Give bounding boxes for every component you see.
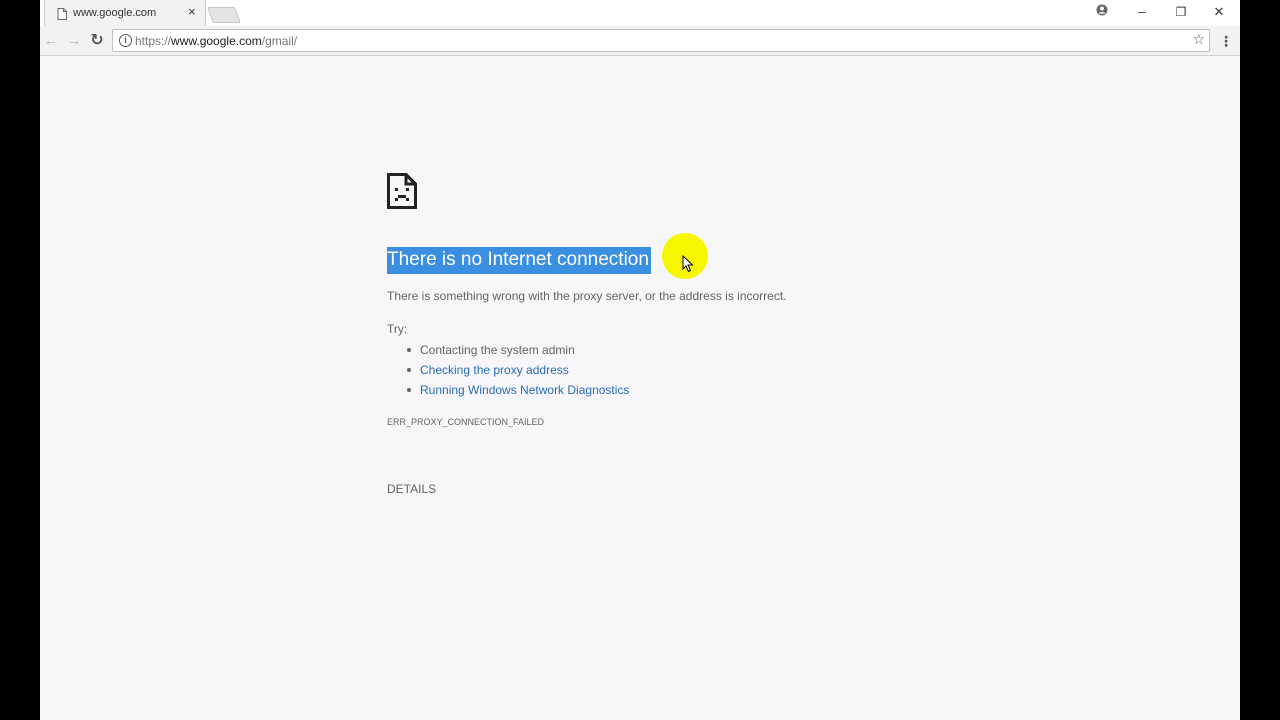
back-button[interactable]: ← <box>42 32 60 50</box>
error-code: ERR_PROXY_CONNECTION_FAILED <box>387 417 545 427</box>
info-icon[interactable]: i <box>119 34 132 47</box>
mouse-cursor-icon <box>682 254 694 278</box>
forward-button[interactable]: → <box>65 32 83 50</box>
bookmark-star-icon[interactable]: ☆ <box>1192 31 1205 48</box>
error-description: There is something wrong with the proxy … <box>387 289 787 303</box>
profile-icon[interactable] <box>1092 4 1112 20</box>
error-page: There is no Internet connection There is… <box>40 56 1240 720</box>
suggestion-check-proxy-link[interactable]: Checking the proxy address <box>406 360 629 380</box>
error-heading: There is no Internet connection <box>387 247 651 274</box>
reload-button[interactable]: ↻ <box>88 32 106 50</box>
url-scheme: https:// <box>135 34 172 48</box>
menu-button[interactable]: ⋮ <box>1219 32 1233 50</box>
suggestion-contact-admin: Contacting the system admin <box>406 340 629 360</box>
tab-close-icon[interactable]: × <box>188 5 196 19</box>
close-window-button[interactable]: ✕ <box>1209 4 1229 20</box>
new-tab-button[interactable] <box>207 7 241 23</box>
tab-strip: www.google.com × – ❐ ✕ <box>40 0 1240 26</box>
details-button[interactable]: DETAILS <box>387 482 436 496</box>
browser-window: www.google.com × – ❐ ✕ ← → ↻ i https://w… <box>40 0 1240 720</box>
tab-title: www.google.com <box>73 7 157 19</box>
page-icon <box>57 7 67 25</box>
url-path: /gmail/ <box>261 34 298 48</box>
suggestion-network-diagnostics-link[interactable]: Running Windows Network Diagnostics <box>406 380 629 400</box>
minimize-button[interactable]: – <box>1132 4 1152 20</box>
suggestions-list: Contacting the system admin Checking the… <box>387 340 629 400</box>
restore-button[interactable]: ❐ <box>1171 4 1191 20</box>
url-text[interactable]: https://www.google.com/gmail/ <box>135 34 297 48</box>
address-bar[interactable]: i https://www.google.com/gmail/ ☆ <box>112 29 1210 52</box>
toolbar: ← → ↻ i https://www.google.com/gmail/ ☆ … <box>40 26 1240 56</box>
sad-page-icon <box>387 173 417 214</box>
try-label: Try: <box>387 322 408 336</box>
tab-google[interactable]: www.google.com × <box>44 0 206 26</box>
url-host: www.google.com <box>171 34 262 48</box>
